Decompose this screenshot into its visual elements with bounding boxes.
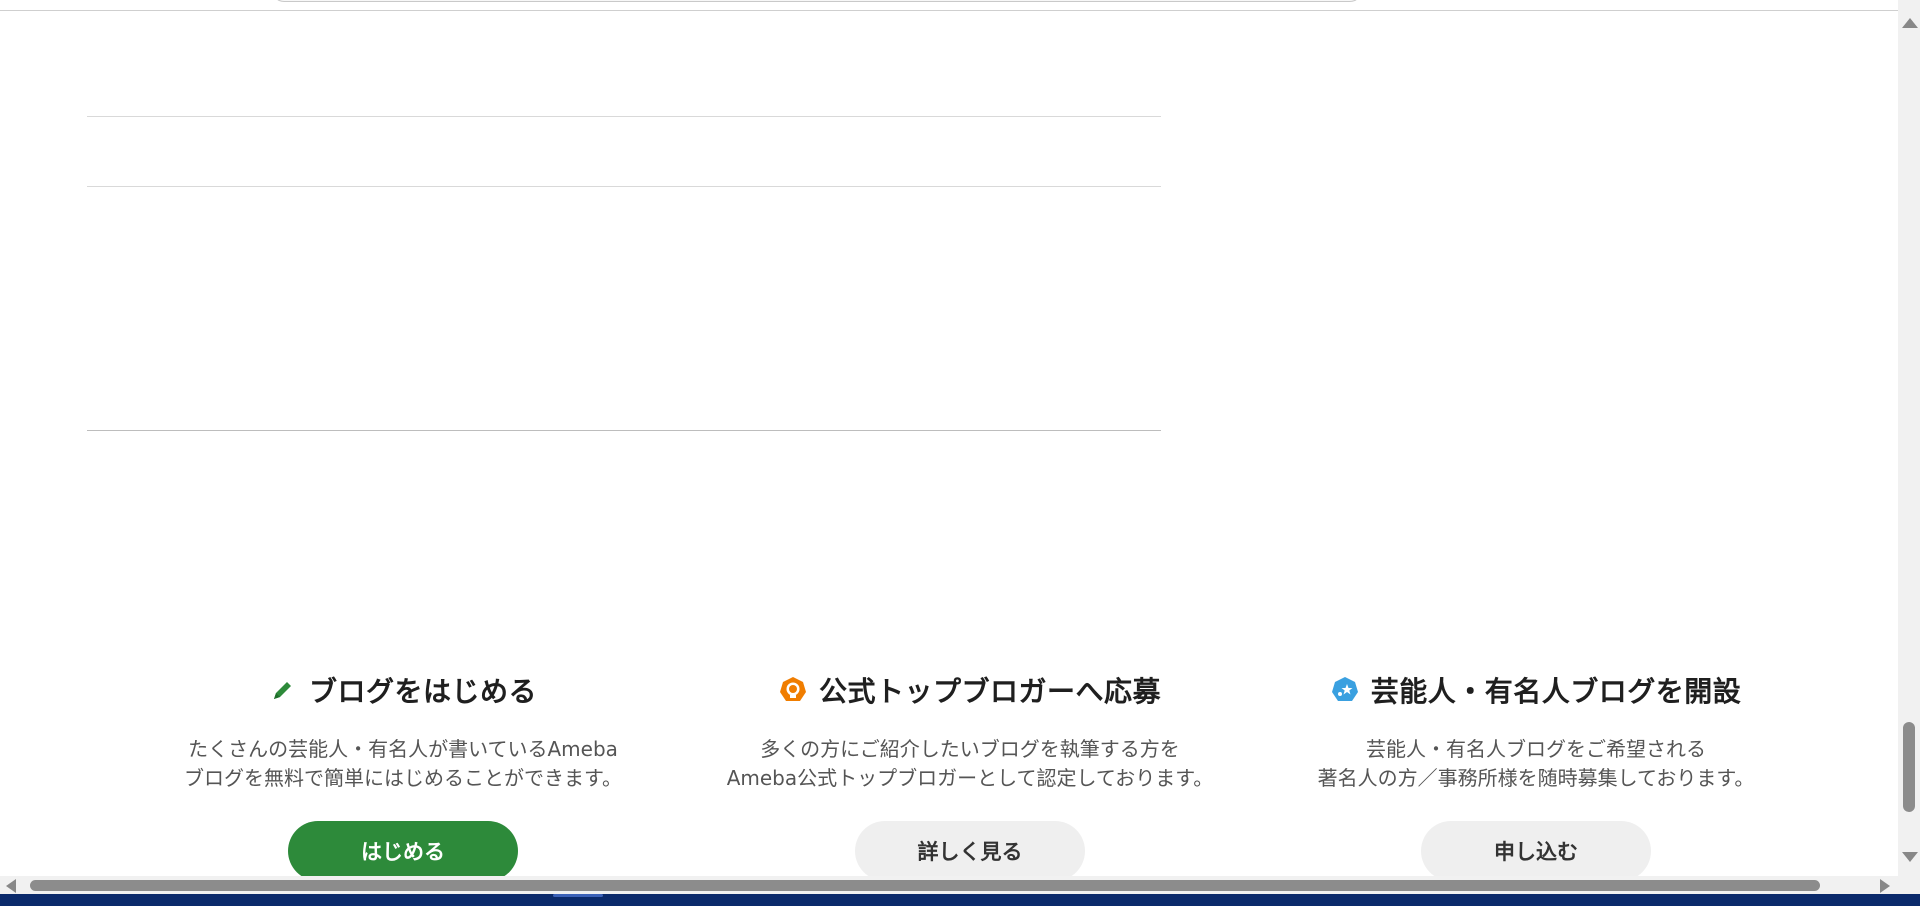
page-viewport: ブログをはじめる たくさんの芸能人・有名人が書いているAmeba ブログを無料で… [0, 0, 1920, 906]
cta-description-line: 著名人の方／事務所様を随時募集しております。 [1317, 766, 1755, 790]
apply-button[interactable]: 申し込む [1421, 821, 1651, 881]
horizontal-scrollbar[interactable] [0, 876, 1898, 894]
cta-description-line: 芸能人・有名人ブログをご希望される [1366, 737, 1706, 761]
cta-celebrity-blog: 芸能人・有名人ブログを開設 芸能人・有名人ブログをご希望される 著名人の方／事務… [1256, 665, 1816, 881]
horizontal-scroll-thumb[interactable] [30, 880, 1820, 891]
cta-description-line: 多くの方にご紹介したいブログを執筆する方を [760, 737, 1180, 761]
scroll-up-icon[interactable] [1902, 18, 1918, 28]
scrollbar-corner [1898, 876, 1920, 894]
start-blog-button[interactable]: はじめる [288, 821, 518, 881]
divider-line [87, 186, 1161, 187]
taskbar-strip [0, 894, 1920, 906]
cta-description: たくさんの芸能人・有名人が書いているAmeba ブログを無料で簡単にはじめること… [123, 735, 683, 793]
star-badge-icon [1331, 676, 1359, 704]
scroll-right-icon[interactable] [1880, 879, 1890, 893]
cta-title: 芸能人・有名人ブログを開設 [1370, 675, 1742, 708]
cta-description-line: Ameba公式トップブロガーとして認定しております。 [726, 766, 1214, 790]
cta-description: 多くの方にご紹介したいブログを執筆する方を Ameba公式トップブロガーとして認… [690, 735, 1250, 793]
cta-title: 公式トップブロガーへ応募 [818, 675, 1161, 708]
badge-icon [779, 676, 807, 704]
scroll-down-icon[interactable] [1902, 852, 1918, 862]
cta-title: ブログをはじめる [308, 675, 537, 708]
cta-description-line: ブログを無料で簡単にはじめることができます。 [184, 766, 622, 790]
taskbar-active-indicator [553, 894, 603, 897]
cta-start-blog: ブログをはじめる たくさんの芸能人・有名人が書いているAmeba ブログを無料で… [123, 665, 683, 881]
cta-title-row: 公式トップブロガーへ応募 [690, 665, 1250, 715]
divider-line [87, 430, 1161, 431]
top-edge [0, 0, 1898, 11]
vertical-scroll-thumb[interactable] [1903, 722, 1915, 812]
scroll-left-icon[interactable] [6, 879, 16, 893]
cta-description: 芸能人・有名人ブログをご希望される 著名人の方／事務所様を随時募集しております。 [1256, 735, 1816, 793]
cta-title-row: ブログをはじめる [123, 665, 683, 715]
details-button[interactable]: 詳しく見る [855, 821, 1085, 881]
top-edge-pill [272, 0, 1362, 2]
cta-title-row: 芸能人・有名人ブログを開設 [1256, 665, 1816, 715]
cta-official-top-blogger: 公式トップブロガーへ応募 多くの方にご紹介したいブログを執筆する方を Ameba… [690, 665, 1250, 881]
vertical-scrollbar[interactable] [1898, 0, 1920, 876]
divider-line [87, 116, 1161, 117]
pencil-icon [269, 676, 297, 704]
cta-description-line: たくさんの芸能人・有名人が書いているAmeba [188, 737, 618, 761]
